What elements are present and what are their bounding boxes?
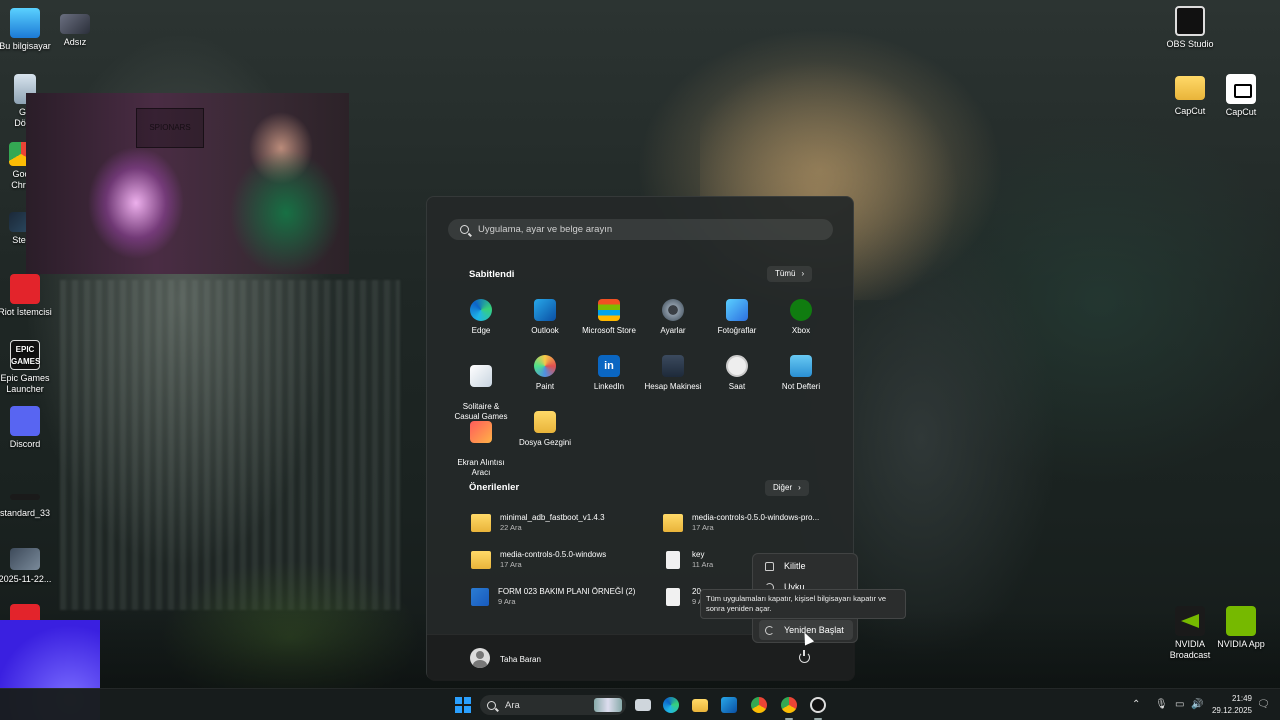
power-icon[interactable] [799, 650, 810, 663]
file-icon [10, 494, 40, 500]
volume-icon[interactable]: 🔊 [1191, 699, 1203, 711]
recommended-item[interactable]: FORM 023 BAKIM PLANI ÖRNEĞİ (2) 9 Ara [471, 583, 635, 611]
chevron-right-icon: › [801, 269, 805, 278]
all-apps-button[interactable]: Tümü › [767, 266, 813, 282]
outlook-icon[interactable] [721, 697, 737, 713]
notification-icon[interactable]: 🗨 [1257, 699, 1270, 711]
video-thumbnail-icon [10, 548, 40, 570]
desktop-icon-riot[interactable]: Riot İstemcisi [0, 274, 58, 318]
chrome-icon[interactable] [751, 697, 767, 713]
restart-icon [765, 625, 774, 635]
pinned-app-store[interactable]: Microsoft Store [573, 299, 645, 336]
calculator-icon [662, 355, 684, 377]
windows-start-icon[interactable] [455, 697, 471, 713]
chevron-up-icon[interactable]: ⌃ [1132, 699, 1140, 711]
settings-icon [662, 299, 684, 321]
image-file-icon [60, 14, 90, 34]
pinned-app-photos[interactable]: Fotoğraflar [705, 299, 769, 336]
edge-icon[interactable] [663, 697, 679, 713]
pinned-app-snipping-tool[interactable]: Ekran Alıntısı Aracı [449, 411, 513, 478]
search-icon [460, 225, 469, 234]
chrome-profile-icon[interactable] [781, 697, 797, 713]
search-highlight-icon [594, 698, 622, 712]
snipping-tool-icon [470, 421, 492, 443]
taskbar-search[interactable]: Ara [480, 695, 626, 715]
desktop-icon-standard-33[interactable]: standard_33 [0, 482, 58, 519]
notepad-icon [790, 355, 812, 377]
desktop-icon-obs[interactable]: OBS Studio [1157, 6, 1223, 50]
riot-icon [10, 274, 40, 304]
task-view-icon[interactable] [635, 699, 651, 711]
webcam-wall-logo: SPIONARS [136, 108, 204, 148]
network-icon[interactable]: ▭ [1175, 699, 1184, 711]
recommended-item[interactable]: key 11 Ara [663, 546, 713, 574]
linkedin-icon: in [598, 355, 620, 377]
desktop-icon-discord[interactable]: Discord [0, 406, 58, 450]
pinned-app-notepad[interactable]: Not Defteri [769, 355, 833, 392]
pinned-app-calculator[interactable]: Hesap Makinesi [637, 355, 709, 392]
recommended-item[interactable]: media-controls-0.5.0-windows-pro... 17 A… [663, 509, 819, 537]
pinned-app-settings[interactable]: Ayarlar [641, 299, 705, 336]
search-icon [487, 700, 496, 710]
computer-icon [10, 8, 40, 38]
nvidia-broadcast-icon [1175, 606, 1205, 636]
obs-icon [1175, 6, 1205, 36]
webcam-overlay: SPIONARS [26, 93, 349, 274]
clock-time[interactable]: 21:49 [1206, 694, 1252, 703]
start-search-box[interactable] [448, 219, 833, 240]
taskbar: Ara ⌃ 🎙 ▭ 🔊 21:49 29.12.2025 🗨 [0, 688, 1280, 720]
desktop-icon-epic[interactable]: EPIC GAMES Epic Games Launcher [0, 340, 58, 395]
pinned-title: Sabitlendi [469, 269, 515, 280]
pinned-app-xbox[interactable]: Xbox [769, 299, 833, 336]
paint-icon [534, 355, 556, 377]
pinned-app-file-explorer[interactable]: Dosya Gezgini [513, 411, 577, 448]
nvidia-app-icon [1226, 606, 1256, 636]
recommended-item[interactable]: minimal_adb_fastboot_v1.4.3 22 Ara [471, 509, 605, 537]
folder-icon [471, 551, 491, 569]
user-avatar[interactable] [470, 648, 490, 668]
file-icon [666, 551, 680, 569]
wallpaper-plant [160, 560, 420, 690]
chevron-right-icon: › [798, 483, 801, 492]
start-search-input[interactable] [478, 224, 798, 235]
file-explorer-icon[interactable] [692, 699, 708, 712]
pinned-app-paint[interactable]: Paint [513, 355, 577, 392]
user-name[interactable]: Taha Baran [500, 655, 541, 664]
folder-icon [663, 514, 683, 532]
xbox-icon [790, 299, 812, 321]
wallpaper-wall [60, 280, 400, 610]
recommended-item[interactable]: media-controls-0.5.0-windows 17 Ara [471, 546, 606, 574]
outlook-icon [534, 299, 556, 321]
discord-icon [10, 406, 40, 436]
desktop-icon-adsiz[interactable]: Adsız [42, 14, 108, 48]
word-document-icon [471, 588, 489, 606]
solitaire-icon [470, 365, 492, 387]
lock-icon [765, 561, 774, 571]
folder-icon [471, 514, 491, 532]
desktop-icon-nvidia-app[interactable]: NVIDIA App [1208, 606, 1274, 650]
more-button[interactable]: Diğer › [765, 480, 809, 496]
power-menu-lock[interactable]: Kilitle [759, 556, 853, 576]
edge-icon [470, 299, 492, 321]
desktop-icon-video[interactable]: 2025-11-22... [0, 548, 58, 585]
epic-games-icon: EPIC GAMES [10, 340, 40, 370]
store-icon [598, 299, 620, 321]
photos-icon [726, 299, 748, 321]
pinned-app-linkedin[interactable]: in LinkedIn [577, 355, 641, 392]
file-explorer-icon [534, 411, 556, 433]
restart-tooltip: Tüm uygulamaları kapatır, kişisel bilgis… [700, 589, 906, 619]
pinned-app-clock[interactable]: Saat [705, 355, 769, 392]
capcut-icon [1226, 74, 1256, 104]
clock-date[interactable]: 29.12.2025 [1206, 706, 1252, 715]
file-icon [666, 588, 680, 606]
desktop-icon-capcut[interactable]: CapCut [1208, 74, 1274, 118]
obs-icon[interactable] [810, 697, 826, 713]
microphone-icon[interactable]: 🎙 [1155, 699, 1168, 711]
recommended-title: Önerilenler [469, 482, 520, 493]
clock-icon [726, 355, 748, 377]
pinned-app-outlook[interactable]: Outlook [513, 299, 577, 336]
recommended-item[interactable]: 20 9 A [663, 583, 703, 611]
folder-icon [1175, 76, 1205, 100]
pinned-app-edge[interactable]: Edge [449, 299, 513, 336]
